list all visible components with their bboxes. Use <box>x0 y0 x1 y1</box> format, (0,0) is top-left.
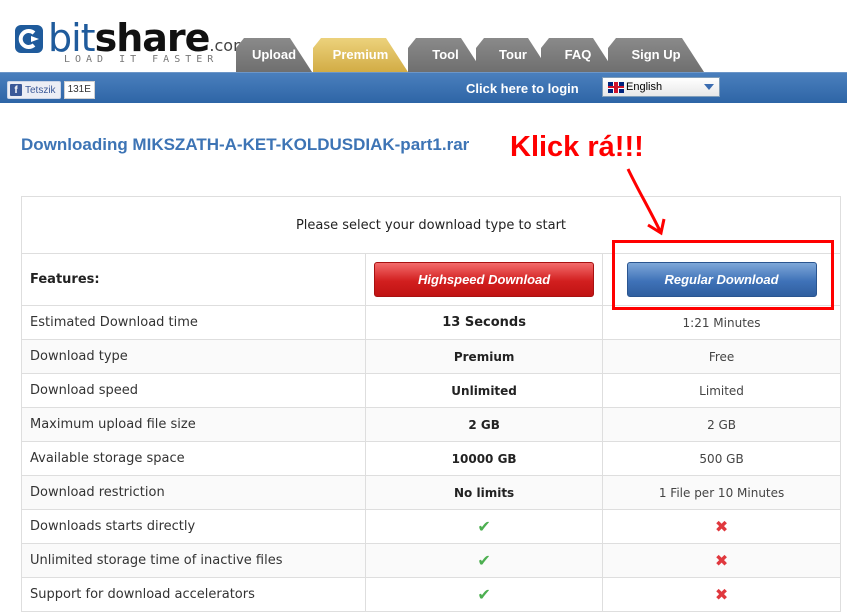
tab-upload[interactable]: Upload <box>236 38 312 72</box>
header: bitshare.com LOAD IT FASTER Upload Premi… <box>0 0 847 72</box>
row-premium-value: 13 Seconds <box>365 305 604 340</box>
row-premium-value: 10000 GB <box>365 441 604 476</box>
row-free-value: Free <box>602 339 841 374</box>
row-label: Support for download accelerators <box>20 577 367 612</box>
top-bar: f Tetszik 131E Click here to login Engli… <box>0 72 847 103</box>
row-label: Download restriction <box>20 475 367 510</box>
annotation-highlight-box <box>612 240 834 310</box>
tab-upload-label: Upload <box>251 47 297 62</box>
uk-flag-icon <box>608 81 624 93</box>
row-label: Available storage space <box>20 441 367 476</box>
cross-icon: ✖ <box>714 585 729 604</box>
annotation-text: Klick rá!!! <box>510 131 644 163</box>
table-row: Downloads starts directly ✔ ✖ <box>20 509 841 544</box>
tab-tool-label: Tool <box>432 47 459 62</box>
row-free-value: Limited <box>602 373 841 408</box>
check-icon: ✔ <box>477 551 491 570</box>
table-row: Download type Premium Free <box>20 339 841 374</box>
facebook-like-label: Tetszik <box>25 84 56 96</box>
language-select-value: English <box>626 81 663 93</box>
highspeed-cell: Highspeed Download <box>365 253 604 306</box>
tab-faq-label: FAQ <box>564 47 592 62</box>
row-free-value: 500 GB <box>602 441 841 476</box>
facebook-like: f Tetszik 131E <box>7 81 95 99</box>
cross-icon: ✖ <box>714 517 729 536</box>
highspeed-download-button[interactable]: Highspeed Download <box>374 262 595 297</box>
table-row: Unlimited storage time of inactive files… <box>20 543 841 578</box>
row-label: Download speed <box>20 373 367 408</box>
row-label: Downloads starts directly <box>20 509 367 544</box>
tab-tour[interactable]: Tour <box>476 38 550 72</box>
table-row: Available storage space 10000 GB 500 GB <box>20 441 841 476</box>
tab-sign-up[interactable]: Sign Up <box>608 38 704 72</box>
bitshare-logo-icon <box>15 25 43 53</box>
language-select[interactable]: English <box>602 77 720 97</box>
facebook-icon: f <box>10 84 22 96</box>
tab-premium-label: Premium <box>332 47 389 62</box>
row-free-value: 1:21 Minutes <box>602 305 841 340</box>
table-row: Support for download accelerators ✔ ✖ <box>20 577 841 612</box>
row-label: Estimated Download time <box>20 305 367 340</box>
row-free-value: 1 File per 10 Minutes <box>602 475 841 510</box>
row-premium-value: 2 GB <box>365 407 604 442</box>
cross-icon: ✖ <box>714 551 729 570</box>
annotation-arrow-icon <box>626 168 666 236</box>
features-label: Features: <box>20 253 367 306</box>
check-icon: ✔ <box>477 517 491 536</box>
table-row: Download restriction No limits 1 File pe… <box>20 475 841 510</box>
tab-faq[interactable]: FAQ <box>541 38 615 72</box>
tab-tour-label: Tour <box>499 47 527 62</box>
table-row: Download speed Unlimited Limited <box>20 373 841 408</box>
tab-sign-up-label: Sign Up <box>631 47 681 62</box>
row-free-value: 2 GB <box>602 407 841 442</box>
row-premium-value: Premium <box>365 339 604 374</box>
facebook-like-button[interactable]: f Tetszik <box>7 81 61 99</box>
check-icon: ✔ <box>477 585 491 604</box>
tab-premium[interactable]: Premium <box>313 38 408 72</box>
facebook-like-count: 131E <box>63 81 95 99</box>
login-link[interactable]: Click here to login <box>466 81 579 96</box>
chevron-down-icon <box>704 84 714 90</box>
row-label: Download type <box>20 339 367 374</box>
tab-tool[interactable]: Tool <box>408 38 483 72</box>
row-premium-value: No limits <box>365 475 604 510</box>
page-title: Downloading MIKSZATH-A-KET-KOLDUSDIAK-pa… <box>21 135 470 154</box>
logo-tagline: LOAD IT FASTER <box>64 54 219 65</box>
row-premium-value: Unlimited <box>365 373 604 408</box>
row-label: Unlimited storage time of inactive files <box>20 543 367 578</box>
table-row: Maximum upload file size 2 GB 2 GB <box>20 407 841 442</box>
table-row: Estimated Download time 13 Seconds 1:21 … <box>20 305 841 340</box>
row-label: Maximum upload file size <box>20 407 367 442</box>
